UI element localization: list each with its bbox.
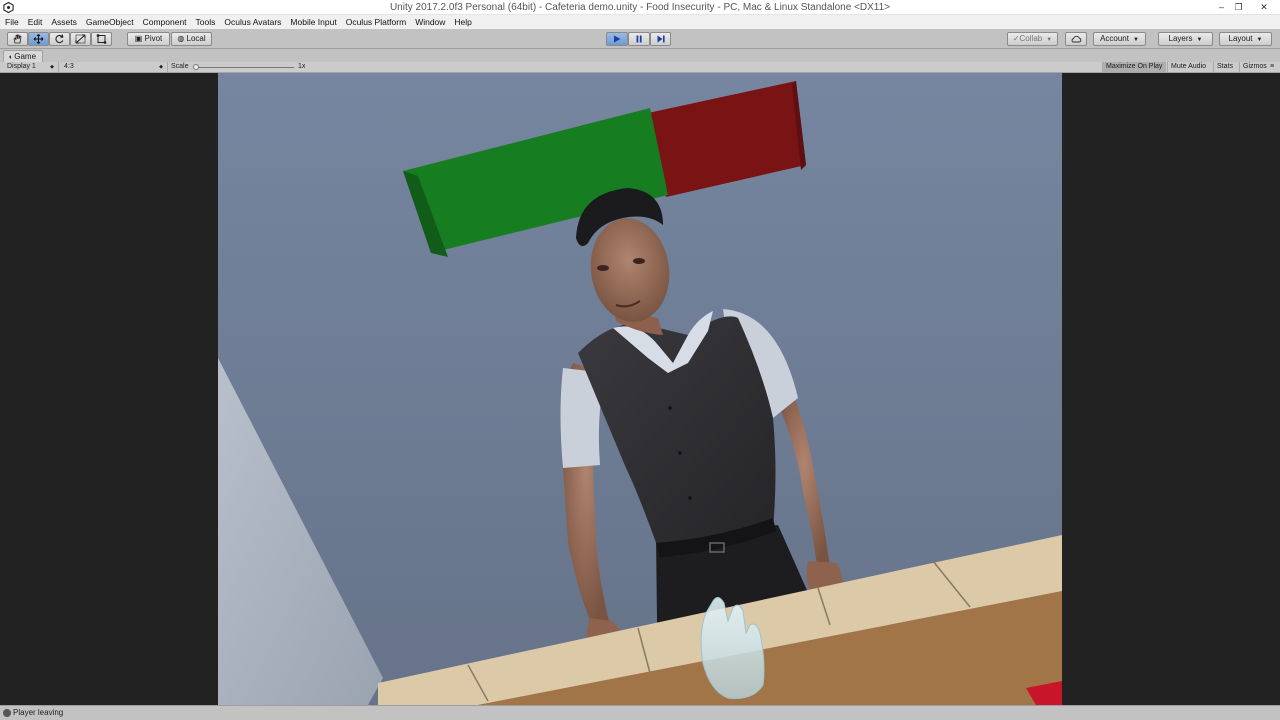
panel-tab-row: ◖ Game <box>0 49 1280 62</box>
aspect-label: 4:3 <box>64 63 74 70</box>
menu-oculus-avatars[interactable]: Oculus Avatars <box>224 17 281 27</box>
pause-icon <box>636 35 642 43</box>
cloud-icon <box>1071 35 1082 43</box>
globe-icon: ◍ <box>177 34 187 43</box>
maximize-on-play-toggle[interactable]: Maximize On Play <box>1102 62 1166 72</box>
layers-dropdown[interactable]: Layers ▼ <box>1158 32 1213 46</box>
display-label: Display 1 <box>7 63 36 70</box>
window-title: Unity 2017.2.0f3 Personal (64bit) - Cafe… <box>389 2 891 13</box>
npc-eye <box>597 265 609 271</box>
mute-audio-toggle[interactable]: Mute Audio <box>1167 62 1212 72</box>
npc-vest-button <box>688 496 692 500</box>
menu-mobile-input[interactable]: Mobile Input <box>290 17 336 27</box>
rect-tool-button[interactable] <box>91 32 112 46</box>
chevron-down-icon: ▼ <box>1046 37 1053 43</box>
menu-component[interactable]: Component <box>143 17 187 27</box>
account-label: Account <box>1100 34 1129 43</box>
npc-eye <box>633 258 645 264</box>
hand-tool-button[interactable] <box>7 32 28 46</box>
stats-toggle[interactable]: Stats <box>1213 62 1238 72</box>
pivot-toggle[interactable]: ▣ Pivot <box>127 32 170 46</box>
display-dropdown[interactable]: Display 1 ◆ <box>3 62 59 72</box>
scale-slider-thumb[interactable] <box>193 64 199 70</box>
game-scene <box>218 73 1062 705</box>
hand-icon <box>13 34 22 44</box>
npc-vest-button <box>668 406 672 410</box>
panel-menu-icon[interactable]: ≡ <box>1270 62 1274 72</box>
menu-file[interactable]: File <box>5 17 19 27</box>
scale-value: 1x <box>298 63 306 70</box>
local-label: Local <box>186 34 206 43</box>
pacman-icon: ◖ <box>8 54 13 61</box>
status-message[interactable]: Player leaving <box>13 706 63 720</box>
game-viewport <box>0 73 1280 705</box>
scale-slider-track[interactable] <box>196 67 294 68</box>
scale-icon <box>75 34 86 44</box>
menu-tools[interactable]: Tools <box>196 17 216 27</box>
close-button[interactable]: ✕ <box>1251 0 1277 15</box>
layout-label: Layout <box>1228 34 1253 43</box>
move-tool-button[interactable] <box>28 32 49 46</box>
gizmos-dropdown[interactable]: Gizmos <box>1239 62 1269 72</box>
pivot-label: Pivot <box>144 34 163 43</box>
game-tab-label: Game <box>14 52 37 61</box>
restore-button[interactable]: ❐ <box>1229 0 1248 15</box>
pause-button[interactable] <box>628 32 650 46</box>
chevron-down-icon: ▼ <box>1256 37 1263 43</box>
check-icon: ✓ <box>1012 34 1020 43</box>
layers-label: Layers <box>1168 34 1193 43</box>
chevron-down-icon: ▼ <box>1132 37 1139 43</box>
main-toolbar: ▣ Pivot ◍ Local ✓Collab ▼ Account ▼ Layers… <box>0 29 1280 49</box>
step-button[interactable] <box>650 32 671 46</box>
rect-icon <box>96 34 107 44</box>
play-icon <box>614 35 621 43</box>
info-icon <box>3 709 11 717</box>
collab-dropdown[interactable]: ✓Collab ▼ <box>1007 32 1058 46</box>
game-view-controls: Display 1 ◆ 4:3 ◆ Scale 1x Maximize On Pla… <box>0 62 1280 73</box>
game-render[interactable] <box>218 73 1062 705</box>
chevron-down-icon: ▼ <box>1196 37 1203 43</box>
menu-gameobject[interactable]: GameObject <box>86 17 134 27</box>
scale-tool-button[interactable] <box>70 32 91 46</box>
tab-game[interactable]: ◖ Game <box>3 50 44 62</box>
npc-vest-button <box>678 451 682 455</box>
menu-window[interactable]: Window <box>415 17 445 27</box>
move-icon <box>33 34 44 44</box>
rotate-tool-button[interactable] <box>49 32 70 46</box>
scale-label: Scale <box>171 63 189 70</box>
status-bar: Player leaving <box>0 705 1280 720</box>
local-toggle[interactable]: ◍ Local <box>171 32 212 46</box>
layout-dropdown[interactable]: Layout ▼ <box>1219 32 1272 46</box>
menu-assets[interactable]: Assets <box>51 17 77 27</box>
menu-oculus-platform[interactable]: Oculus Platform <box>346 17 406 27</box>
play-button[interactable] <box>606 32 628 46</box>
menu-bar: File Edit Assets GameObject Component To… <box>0 15 1280 29</box>
chevron-down-icon: ◆ <box>159 64 163 70</box>
title-bar: Unity 2017.2.0f3 Personal (64bit) - Cafe… <box>0 0 1280 15</box>
collab-label: Collab <box>1019 34 1043 43</box>
menu-help[interactable]: Help <box>454 17 471 27</box>
cloud-button[interactable] <box>1065 32 1087 46</box>
menu-edit[interactable]: Edit <box>28 17 43 27</box>
chevron-down-icon: ◆ <box>50 64 54 70</box>
rotate-icon <box>55 34 64 44</box>
account-dropdown[interactable]: Account ▼ <box>1093 32 1146 46</box>
step-icon <box>657 35 665 43</box>
aspect-dropdown[interactable]: 4:3 ◆ <box>60 62 168 72</box>
